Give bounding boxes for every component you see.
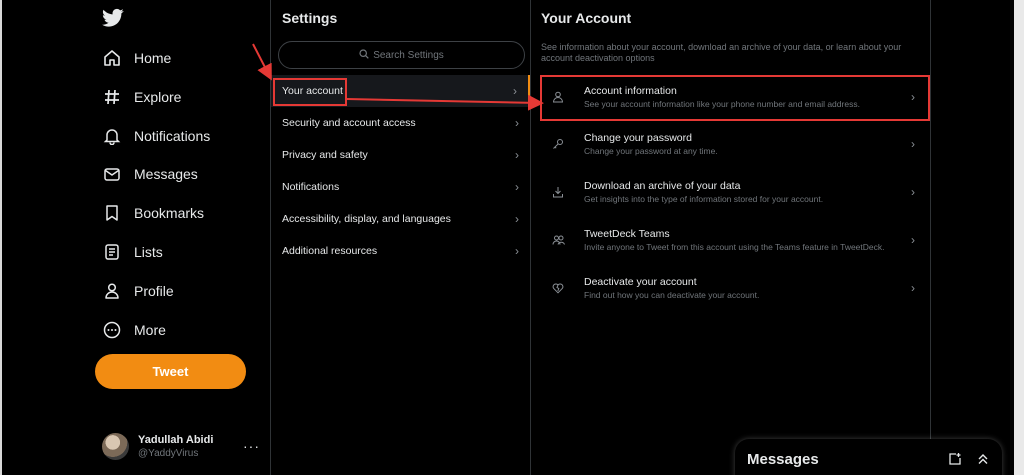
nav-item-label: Lists — [134, 244, 163, 260]
nav-item-messages[interactable]: Messages — [102, 159, 198, 189]
chevron-right-icon: › — [911, 137, 915, 151]
bookmark-icon — [102, 203, 122, 223]
more-options-icon[interactable]: ··· — [243, 438, 260, 454]
messages-drawer[interactable]: Messages — [735, 439, 1002, 475]
nav-item-explore[interactable]: Explore — [102, 82, 181, 112]
settings-item-label: Additional resources — [282, 245, 378, 257]
bell-icon — [102, 126, 122, 146]
settings-item-notifications[interactable]: Notifications › — [271, 171, 530, 203]
account-column: Your Account See information about your … — [531, 0, 931, 475]
annotation-highlight-your-account — [273, 78, 347, 106]
account-item-tweetdeck-teams[interactable]: TweetDeck Teams Invite anyone to Tweet f… — [531, 218, 929, 262]
nav-item-bookmarks[interactable]: Bookmarks — [102, 198, 204, 228]
chevron-right-icon: › — [911, 233, 915, 247]
messages-drawer-title: Messages — [747, 450, 819, 468]
account-item-title: TweetDeck Teams — [584, 228, 670, 240]
account-item-subtitle: Change your password at any time. — [584, 146, 718, 156]
nav-item-label: Messages — [134, 166, 198, 182]
settings-item-privacy[interactable]: Privacy and safety › — [271, 139, 530, 171]
account-item-title: Download an archive of your data — [584, 180, 741, 192]
account-item-subtitle: Invite anyone to Tweet from this account… — [584, 242, 885, 252]
search-settings-input[interactable]: Search Settings — [278, 41, 525, 69]
account-item-subtitle: Get insights into the type of informatio… — [584, 194, 824, 204]
settings-column: Settings Search Settings Your account › … — [270, 0, 531, 475]
nav-item-label: Home — [134, 50, 172, 66]
nav-item-label: Profile — [134, 283, 174, 299]
settings-item-label: Accessibility, display, and languages — [282, 213, 451, 225]
chevron-right-icon: › — [911, 281, 915, 295]
settings-item-label: Privacy and safety — [282, 149, 368, 161]
settings-item-accessibility[interactable]: Accessibility, display, and languages › — [271, 203, 530, 235]
account-title: Your Account — [541, 10, 632, 26]
chevron-right-icon: › — [513, 84, 517, 98]
chevron-right-icon: › — [515, 180, 519, 194]
settings-item-label: Security and account access — [282, 117, 416, 129]
team-icon — [551, 233, 565, 247]
app-window: Home Explore Notifications Messages Book… — [0, 0, 1024, 475]
profile-handle: @YaddyVirus — [138, 447, 199, 459]
settings-title: Settings — [282, 10, 338, 26]
broken-heart-icon — [551, 281, 565, 295]
nav-item-label: Bookmarks — [134, 205, 205, 221]
primary-nav: Home Explore Notifications Messages Book… — [2, 0, 270, 475]
chevron-right-icon: › — [515, 148, 519, 162]
key-icon — [551, 137, 565, 151]
nav-item-label: Explore — [134, 89, 182, 105]
chevron-right-icon: › — [515, 212, 519, 226]
person-icon — [102, 281, 122, 301]
list-icon — [102, 242, 122, 262]
tweet-button[interactable]: Tweet — [95, 354, 246, 389]
account-item-title: Deactivate your account — [584, 276, 697, 288]
nav-item-label: Notifications — [134, 128, 211, 144]
envelope-icon — [102, 164, 122, 184]
home-icon — [102, 48, 122, 68]
twitter-bird-icon[interactable] — [102, 8, 124, 28]
chevron-right-icon: › — [911, 185, 915, 199]
account-item-deactivate[interactable]: Deactivate your account Find out how you… — [531, 266, 929, 310]
account-description: See information about your account, down… — [541, 42, 902, 63]
settings-item-security[interactable]: Security and account access › — [271, 107, 530, 139]
search-placeholder: Search Settings — [373, 49, 444, 61]
avatar — [102, 432, 129, 460]
settings-item-additional-resources[interactable]: Additional resources › — [271, 235, 530, 267]
search-icon — [359, 48, 369, 62]
account-item-title: Change your password — [584, 132, 692, 144]
new-message-icon[interactable] — [948, 452, 962, 466]
nav-item-profile[interactable]: Profile — [102, 276, 174, 306]
nav-item-more[interactable]: More — [102, 315, 166, 345]
chevron-double-up-icon[interactable] — [976, 452, 990, 466]
chevron-right-icon: › — [515, 244, 519, 258]
settings-item-label: Notifications — [282, 181, 340, 193]
account-switcher[interactable]: Yadullah Abidi @YaddyVirus ··· — [102, 430, 262, 462]
nav-item-notifications[interactable]: Notifications — [102, 121, 210, 151]
annotation-highlight-account-information — [540, 75, 930, 121]
account-item-password[interactable]: Change your password Change your passwor… — [531, 122, 929, 166]
download-icon — [551, 185, 565, 199]
nav-item-label: More — [134, 322, 166, 338]
account-item-subtitle: Find out how you can deactivate your acc… — [584, 290, 760, 300]
chevron-right-icon: › — [515, 116, 519, 130]
profile-name: Yadullah Abidi — [138, 433, 214, 446]
account-item-download-archive[interactable]: Download an archive of your data Get ins… — [531, 170, 929, 214]
hashtag-icon — [102, 87, 122, 107]
more-circle-icon — [102, 320, 122, 340]
nav-item-lists[interactable]: Lists — [102, 237, 163, 267]
nav-item-home[interactable]: Home — [102, 43, 171, 73]
